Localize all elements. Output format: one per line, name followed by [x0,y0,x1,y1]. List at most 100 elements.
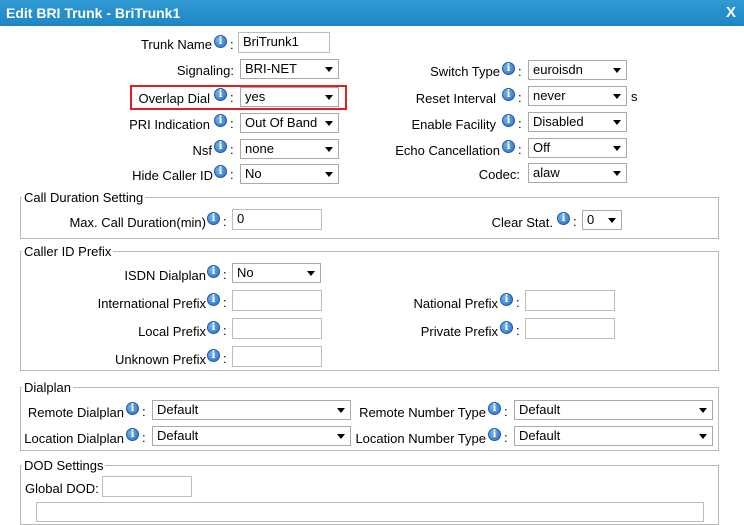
global-dod-label: Global DOD: [25,481,99,496]
reset-interval-label: Reset Interval [415,91,496,106]
hide-caller-id-value: No [245,166,262,181]
location-dialplan-select[interactable]: Default [152,426,351,446]
global-dod-input[interactable] [102,476,192,497]
info-icon[interactable]: i [214,140,227,153]
private-prefix-input[interactable] [525,318,615,339]
clear-stat-select[interactable]: 0 [582,210,622,230]
colon: : [230,90,234,105]
national-prefix-input[interactable] [525,290,615,311]
chevron-down-icon [613,120,621,125]
info-icon[interactable]: i [488,428,501,441]
info-icon[interactable]: i [126,428,139,441]
chevron-down-icon [325,95,333,100]
switch-type-select[interactable]: euroisdn [528,60,627,80]
remote-number-type-value: Default [519,402,561,417]
info-icon[interactable]: i [502,114,515,127]
nsf-value: none [245,141,274,156]
colon: : [223,214,227,229]
chevron-down-icon [613,68,621,73]
info-icon[interactable]: i [207,265,220,278]
chevron-down-icon [613,171,621,176]
info-icon[interactable]: i [207,212,220,225]
signaling-label: Signaling: [176,63,234,78]
info-icon[interactable]: i [557,212,570,225]
pri-indication-select[interactable]: Out Of Band [240,113,339,133]
colon: : [230,142,234,157]
window-title: Edit BRI Trunk - BriTrunk1 [6,5,181,21]
enable-facility-select[interactable]: Disabled [528,112,627,132]
chevron-down-icon [337,434,345,439]
info-icon[interactable]: i [502,62,515,75]
info-icon[interactable]: i [488,402,501,415]
pri-indication-value: Out Of Band [245,115,318,130]
pri-indication-label: PRI Indication [129,117,210,132]
remote-dialplan-label: Remote Dialplan [27,405,124,420]
info-icon[interactable]: i [207,349,220,362]
hide-caller-id-select[interactable]: No [240,164,339,184]
enable-facility-value: Disabled [533,114,584,129]
info-icon[interactable]: i [207,321,220,334]
isdn-dialplan-select[interactable]: No [232,263,321,283]
chevron-down-icon [325,121,333,126]
switch-type-value: euroisdn [533,62,583,77]
codec-value: alaw [533,165,560,180]
codec-select[interactable]: alaw [528,163,627,183]
info-icon[interactable]: i [500,321,513,334]
colon: : [142,404,146,419]
switch-type-label: Switch Type [430,64,500,79]
chevron-down-icon [699,434,707,439]
max-call-duration-input[interactable]: 0 [232,209,322,230]
signaling-value: BRI-NET [245,61,297,76]
dialplan-legend: Dialplan [22,380,73,395]
reset-interval-value: never [533,88,566,103]
international-prefix-input[interactable] [232,290,322,311]
colon: : [223,323,227,338]
reset-interval-select[interactable]: never [528,86,627,106]
colon: : [230,116,234,131]
location-number-type-select[interactable]: Default [514,426,713,446]
info-icon[interactable]: i [500,293,513,306]
close-icon[interactable]: X [726,4,736,21]
overlap-dial-select[interactable]: yes [240,87,339,107]
window-titlebar: Edit BRI Trunk - BriTrunk1 X [0,0,744,26]
echo-cancellation-label: Echo Cancellation [395,143,500,158]
remote-number-type-label: Remote Number Type [359,405,486,420]
chevron-down-icon [325,147,333,152]
chevron-down-icon [613,146,621,151]
unknown-prefix-input[interactable] [232,346,322,367]
colon: : [518,116,522,131]
chevron-down-icon [613,94,621,99]
colon: : [504,404,508,419]
info-icon[interactable]: i [214,165,227,178]
nsf-select[interactable]: none [240,139,339,159]
chevron-down-icon [608,218,616,223]
codec-label: Codec: [478,167,520,182]
echo-cancellation-select[interactable]: Off [528,138,627,158]
colon: : [223,295,227,310]
trunk-name-label: Trunk Name [140,37,212,52]
overlap-dial-value: yes [245,89,266,104]
clear-stat-label: Clear Stat. [491,215,553,230]
info-icon[interactable]: i [214,88,227,101]
local-prefix-input[interactable] [232,318,322,339]
caller-id-prefix-legend: Caller ID Prefix [22,244,114,259]
info-icon[interactable]: i [214,35,227,48]
info-icon[interactable]: i [126,402,139,415]
signaling-select[interactable]: BRI-NET [240,59,339,79]
isdn-dialplan-value: No [237,265,254,280]
enable-facility-label: Enable Facility [411,117,496,132]
trunk-name-input[interactable]: BriTrunk1 [238,32,330,53]
local-prefix-label: Local Prefix [138,324,206,339]
location-number-type-value: Default [519,428,561,443]
info-icon[interactable]: i [207,293,220,306]
remote-dialplan-select[interactable]: Default [152,400,351,420]
info-icon[interactable]: i [214,114,227,127]
info-icon[interactable]: i [502,140,515,153]
colon: : [230,37,234,52]
colon: : [518,64,522,79]
remote-number-type-select[interactable]: Default [514,400,713,420]
info-icon[interactable]: i [502,88,515,101]
colon: : [223,351,227,366]
overlap-dial-label: Overlap Dial [138,91,210,106]
nsf-label: Nsf [192,143,213,158]
